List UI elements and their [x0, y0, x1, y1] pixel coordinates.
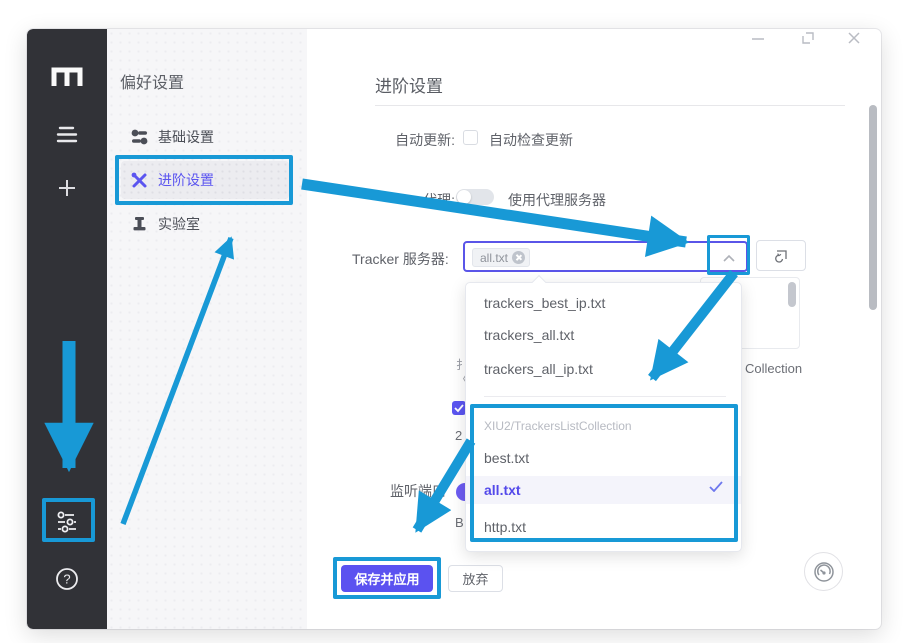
add-task-icon[interactable] — [27, 179, 107, 197]
speedometer-icon — [812, 560, 836, 584]
tag-label: all.txt — [480, 251, 508, 265]
svg-text:?: ? — [63, 572, 70, 587]
app-window: ? 偏好设置 基础设置 进阶设置 实验室 进阶设置 自动更新: 自动检查更新 — [27, 29, 881, 629]
toggles-icon — [131, 129, 148, 145]
text-fragment: 〈 — [456, 370, 465, 387]
annotation-box-chevron — [707, 235, 750, 275]
sidebar-item-lab[interactable]: 实验室 — [121, 205, 289, 243]
sync-icon — [773, 248, 789, 263]
screenshot-root: ? 偏好设置 基础设置 进阶设置 实验室 进阶设置 自动更新: 自动检查更新 — [0, 0, 906, 643]
motrix-logo-icon — [27, 63, 107, 89]
discard-button[interactable]: 放弃 — [448, 565, 503, 592]
dropdown-caret — [532, 275, 546, 289]
listen-port-label: 监听端口 — [390, 481, 446, 501]
selected-tag: all.txt — [472, 248, 530, 267]
help-icon[interactable]: ? — [27, 567, 107, 591]
annotation-box-group-items — [470, 404, 738, 542]
number-fragment: 2 — [455, 428, 462, 443]
tag-remove-icon[interactable] — [512, 251, 525, 264]
proxy-toggle-text: 使用代理服务器 — [508, 190, 606, 210]
auto-check-update-checkbox[interactable] — [463, 130, 478, 145]
annotation-box-preferences-icon — [42, 498, 95, 542]
collection-link-fragment[interactable]: Collection — [745, 361, 802, 376]
proxy-label: 代理: — [423, 190, 455, 210]
dropdown-option[interactable]: trackers_best_ip.txt — [466, 289, 741, 317]
letter-fragment: B — [455, 515, 463, 530]
header-divider — [375, 105, 845, 106]
minimize-button[interactable] — [749, 31, 767, 45]
auto-check-update-text[interactable]: 自动检查更新 — [489, 130, 573, 150]
maximize-button[interactable] — [800, 30, 816, 46]
sidebar-item-label: 实验室 — [158, 214, 200, 234]
tracker-server-label: Tracker 服务器: — [352, 249, 449, 269]
sidebar-item-basic-settings[interactable]: 基础设置 — [121, 118, 289, 156]
annotation-box-save-button — [333, 557, 441, 599]
page-title: 进阶设置 — [375, 72, 443, 97]
close-button[interactable] — [846, 30, 862, 46]
dropdown-option[interactable]: trackers_all_ip.txt — [466, 355, 741, 383]
window-scrollbar[interactable] — [869, 105, 877, 310]
annotation-box-advanced-settings — [115, 155, 293, 205]
sync-trackers-button[interactable] — [756, 240, 806, 271]
tracker-select[interactable]: all.txt — [463, 241, 748, 272]
sync-checkbox-fragment[interactable] — [452, 401, 466, 415]
toggle-knob — [457, 190, 471, 204]
auto-update-label: 自动更新: — [395, 130, 455, 150]
sidebar-item-label: 基础设置 — [158, 127, 214, 147]
speed-test-button[interactable] — [804, 552, 843, 591]
dropdown-option[interactable]: trackers_all.txt — [466, 321, 741, 349]
lab-icon — [131, 216, 148, 233]
dropdown-divider — [484, 396, 726, 397]
textarea-scrollbar[interactable] — [788, 282, 796, 307]
prefs-panel-title: 偏好设置 — [120, 69, 184, 93]
proxy-toggle[interactable] — [456, 189, 494, 205]
task-list-icon[interactable] — [27, 125, 107, 145]
